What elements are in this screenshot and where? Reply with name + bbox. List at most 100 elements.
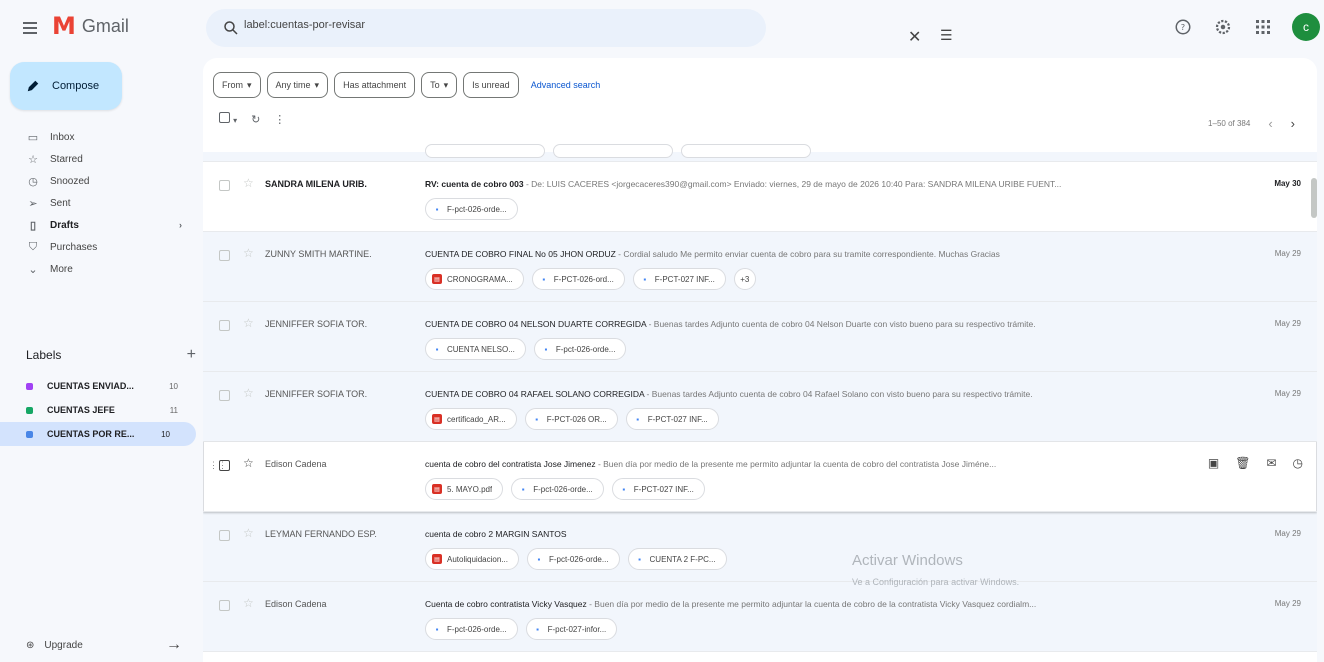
email-subject: cuenta de cobro del contratista Jose Jim… bbox=[425, 459, 596, 469]
attachment-name: F-pct-026-orde... bbox=[447, 624, 507, 634]
search-icon[interactable] bbox=[222, 19, 240, 37]
doc-file-icon: ▪ bbox=[638, 554, 641, 564]
upgrade-button[interactable]: ⊛ Upgrade bbox=[26, 640, 83, 651]
row-checkbox[interactable] bbox=[219, 390, 230, 401]
mark-unread-icon[interactable]: ✉ bbox=[1266, 456, 1276, 470]
attachment-chip[interactable]: ▪ F-PCT-026 OR... bbox=[524, 408, 618, 430]
partial-email-row[interactable] bbox=[203, 144, 1317, 162]
row-checkbox[interactable] bbox=[219, 460, 230, 471]
star-icon[interactable]: ☆ bbox=[243, 176, 254, 190]
select-all-checkbox[interactable]: ▾ bbox=[219, 112, 237, 126]
row-checkbox[interactable] bbox=[219, 250, 230, 261]
attachment-chip[interactable]: ▤ 5. MAYO.pdf bbox=[425, 478, 504, 500]
attachment-chip[interactable]: ▪ F-pct-026-orde... bbox=[526, 548, 620, 570]
sidebar-item-drafts[interactable]: ▯ Drafts › bbox=[0, 214, 200, 236]
sidebar-item-starred[interactable]: ☆ Starred bbox=[0, 148, 200, 170]
label-item-active[interactable]: CUENTAS POR RE... 10 bbox=[0, 422, 196, 446]
attachment-chip[interactable]: ▪ CUENTA NELSO... bbox=[425, 338, 526, 360]
star-icon[interactable]: ☆ bbox=[243, 456, 254, 470]
attachment-chip[interactable]: ▪ F-PCT-027 INF... bbox=[632, 268, 726, 290]
add-label-icon[interactable]: + bbox=[187, 346, 196, 364]
email-row[interactable]: ☆ ZUNNY SMITH MARTINE. CUENTA DE COBRO FIN… bbox=[203, 232, 1317, 302]
sidebar-item-inbox[interactable]: ▭ Inbox bbox=[0, 126, 200, 148]
attachment-chip[interactable] bbox=[681, 144, 811, 158]
email-row[interactable]: ☆ LEYMAN FERNANDO ESP. cuenta de cobro 2 M… bbox=[203, 512, 1317, 582]
attachment-chip[interactable]: ▪ F-pct-026-orde... bbox=[425, 618, 518, 640]
apps-icon[interactable] bbox=[1252, 16, 1274, 38]
email-preview: CUENTA DE COBRO 04 RAFAEL SOLANO CORREGI… bbox=[425, 389, 1225, 399]
search-bar[interactable]: ✕ ☰ bbox=[206, 9, 953, 47]
attachment-chip[interactable]: ▪ CUENTA 2 F-PC... bbox=[627, 548, 727, 570]
star-icon: ☆ bbox=[28, 153, 38, 166]
attachment-chip[interactable]: ▪ F-pct-027-infor... bbox=[525, 618, 618, 640]
search-options-icon[interactable]: ☰ bbox=[940, 27, 953, 44]
sidebar-item-sent[interactable]: ➢ Sent bbox=[0, 192, 200, 214]
email-snippet: - Buen día por medio de la presente me p… bbox=[586, 599, 1037, 609]
main-menu-icon[interactable] bbox=[18, 16, 42, 40]
email-row[interactable]: ☆ JENNIFFER SOFIA TOR. CUENTA DE COBRO 04 … bbox=[203, 302, 1317, 372]
delete-icon[interactable]: 🗑 bbox=[1235, 456, 1250, 470]
filter-any-time[interactable]: Any time ▾ bbox=[266, 72, 329, 98]
sidebar-item-snoozed[interactable]: ◷ Snoozed bbox=[0, 170, 200, 192]
refresh-icon[interactable]: ↻ bbox=[251, 113, 260, 126]
star-icon[interactable]: ☆ bbox=[243, 526, 254, 540]
email-row[interactable]: ☆ SANDRA MILENA URIB. RV: cuenta de cobro … bbox=[203, 162, 1317, 232]
attachment-chip[interactable]: ▤ Autoliquidacion... bbox=[425, 548, 519, 570]
attachment-chip[interactable]: ▪ F-pct-026-orde... bbox=[533, 338, 627, 360]
row-checkbox[interactable] bbox=[219, 180, 230, 191]
row-checkbox[interactable] bbox=[219, 600, 230, 611]
email-row[interactable]: ☆ JENNIFFER SOFIA TOR. CUENTA DE COBRO 04 … bbox=[203, 372, 1317, 442]
email-row[interactable]: ⋮⋮ ☆ Edison Cadena cuenta de cobro del cont… bbox=[203, 442, 1317, 512]
help-icon[interactable]: ? bbox=[1172, 16, 1194, 38]
next-page-icon[interactable]: › bbox=[1291, 116, 1295, 131]
search-input[interactable] bbox=[244, 19, 684, 31]
star-icon[interactable]: ☆ bbox=[243, 596, 254, 610]
attachment-chip[interactable]: ▪ F-pct-026-orde... bbox=[511, 478, 604, 500]
attachment-chip[interactable]: ▪ F-PCT-026-ord... bbox=[531, 268, 625, 290]
attachment-chip[interactable]: ▪ F-PCT-027 INF... bbox=[625, 408, 719, 430]
settings-icon[interactable] bbox=[1212, 16, 1234, 38]
expand-chevron-icon[interactable]: › bbox=[179, 220, 182, 230]
clear-search-icon[interactable]: ✕ bbox=[908, 27, 921, 47]
archive-icon[interactable]: ▣ bbox=[1208, 456, 1219, 470]
avatar[interactable]: c bbox=[1292, 13, 1320, 41]
filter-label: From bbox=[222, 80, 243, 90]
filter-is-unread[interactable]: Is unread bbox=[463, 72, 519, 98]
star-icon[interactable]: ☆ bbox=[243, 316, 254, 330]
filter-has-attachment[interactable]: Has attachment bbox=[334, 72, 416, 98]
attachment-chip[interactable]: ▤ certificado_AR... bbox=[425, 408, 517, 430]
snooze-icon[interactable]: ◷ bbox=[1293, 456, 1303, 470]
email-row[interactable]: ☆ Edison Cadena Cuenta de cobro contratist… bbox=[203, 582, 1317, 652]
more-attachments-badge[interactable]: +3 bbox=[733, 268, 756, 290]
scrollbar[interactable] bbox=[1311, 178, 1317, 218]
row-checkbox[interactable] bbox=[219, 530, 230, 541]
label-item[interactable]: CUENTAS ENVIAD... 10 bbox=[0, 374, 200, 398]
arrow-right-icon[interactable]: → bbox=[166, 636, 182, 654]
attachment-name: Autoliquidacion... bbox=[447, 554, 508, 564]
nav-list: ▭ Inbox ☆ Starred ◷ Snoozed ➢ Sent ▯ Drafts › … bbox=[0, 126, 200, 280]
gmail-logo[interactable]: M Gmail bbox=[52, 14, 129, 38]
attachment-chip[interactable] bbox=[553, 144, 673, 158]
search-filters: From ▾ Any time ▾ Has attachment To ▾ Is un… bbox=[213, 72, 600, 98]
star-icon[interactable]: ☆ bbox=[243, 246, 254, 260]
attachment-chip[interactable] bbox=[425, 144, 545, 158]
advanced-search-link[interactable]: Advanced search bbox=[531, 80, 601, 90]
watermark-subtitle: Ve a Configuración para activar Windows. bbox=[852, 577, 1020, 587]
row-checkbox[interactable] bbox=[219, 320, 230, 331]
attachment-chip[interactable]: ▪ F-pct-026-orde... bbox=[425, 198, 518, 220]
more-options-icon[interactable]: ⋮ bbox=[274, 113, 285, 126]
label-item[interactable]: CUENTAS JEFE 11 bbox=[0, 398, 200, 422]
pager-text: 1–50 of 384 bbox=[1208, 119, 1251, 128]
filter-from[interactable]: From ▾ bbox=[213, 72, 261, 98]
star-icon[interactable]: ☆ bbox=[243, 386, 254, 400]
filter-to[interactable]: To ▾ bbox=[421, 72, 458, 98]
prev-page-icon[interactable]: ‹ bbox=[1268, 116, 1272, 131]
attachment-chip[interactable]: ▤ CRONOGRAMA... bbox=[425, 268, 524, 290]
sidebar-item-more[interactable]: ⌄ More bbox=[0, 258, 200, 280]
sidebar-item-purchases[interactable]: ⛉ Purchases bbox=[0, 236, 200, 258]
attachment-name: 5. MAYO.pdf bbox=[447, 484, 493, 494]
pager: 1–50 of 384 ‹ › bbox=[1208, 116, 1295, 131]
attachment-chip[interactable]: ▪ F-PCT-027 INF... bbox=[611, 478, 705, 500]
doc-file-icon: ▪ bbox=[435, 204, 439, 214]
compose-button[interactable]: Compose bbox=[10, 62, 122, 110]
